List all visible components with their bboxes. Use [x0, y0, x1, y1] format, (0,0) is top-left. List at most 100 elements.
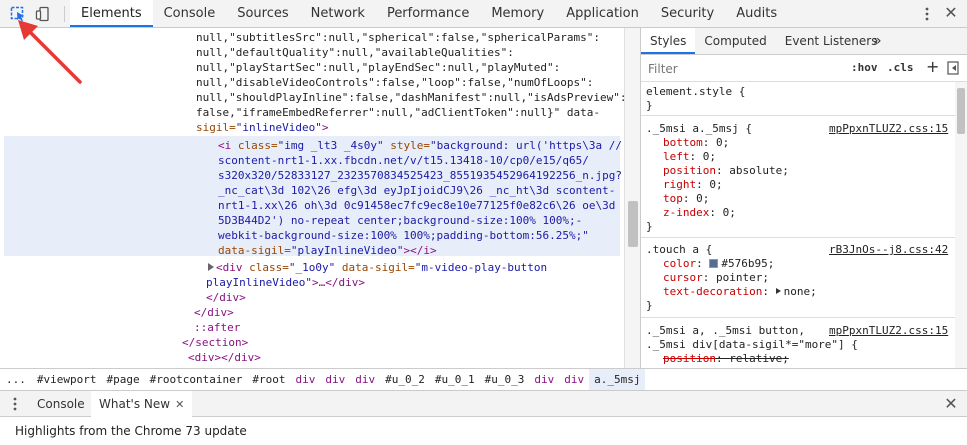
- prop-colon: :: [689, 150, 703, 163]
- selector: ._5msi a, ._5msi button,: [646, 324, 805, 337]
- prop-value: 0: [716, 136, 723, 149]
- styles-filter-input[interactable]: [645, 59, 839, 78]
- collapsed-div-node-cont[interactable]: playInlineVideo">…</div>: [206, 275, 365, 290]
- tab-security[interactable]: Security: [650, 0, 725, 27]
- close-devtools-icon[interactable]: ✕: [943, 5, 959, 21]
- dom-text-line[interactable]: sigil="inlineVideo">: [196, 120, 328, 135]
- tag-bracket: >: [321, 121, 329, 134]
- dom-scrollbar-thumb[interactable]: [628, 201, 638, 247]
- style-value-line[interactable]: nrt1-1.xx\26 oh\3d 0c91458ec7fc9ec8e10e7…: [218, 198, 615, 213]
- panel-tabs: Elements Console Sources Network Performance…: [70, 0, 788, 27]
- device-toolbar-icon[interactable]: [35, 6, 51, 22]
- drawer-menu-icon[interactable]: [12, 396, 18, 412]
- dom-text-line[interactable]: null,"disableVideoControls":false,"loop"…: [196, 75, 593, 90]
- more-tabs-chevron-icon[interactable]: »: [873, 33, 887, 49]
- rule-source-link[interactable]: mpPpxnTLUZ2.css:15: [829, 324, 948, 338]
- breadcrumb-item[interactable]: #root: [247, 369, 290, 390]
- class-toggle-button[interactable]: .cls: [887, 61, 914, 74]
- tag-name: </div>: [194, 306, 234, 319]
- prop-name: top: [663, 192, 683, 205]
- collapsed-div-node[interactable]: <div class="_1o0y" data-sigil="m-video-p…: [208, 260, 547, 275]
- css-property: bottom: 0;: [663, 136, 729, 150]
- dom-text-line[interactable]: null,"playStartSec":null,"playEndSec":nu…: [196, 60, 560, 75]
- breadcrumb-item[interactable]: div: [529, 369, 559, 390]
- closing-tag-line[interactable]: <div></div>: [188, 350, 261, 365]
- new-style-rule-button[interactable]: +: [926, 57, 940, 76]
- tab-sources[interactable]: Sources: [226, 0, 299, 27]
- closing-tag-line[interactable]: </div>: [206, 290, 246, 305]
- prop-semi: ;: [767, 257, 775, 270]
- style-value-line[interactable]: scontent-nrt1-1.xx.fbcdn.net/v/t15.13418…: [218, 153, 589, 168]
- rule-source-link[interactable]: mpPpxnTLUZ2.css:15: [829, 122, 948, 136]
- close-tab-icon[interactable]: ✕: [175, 398, 184, 411]
- breadcrumb-item[interactable]: div: [350, 369, 380, 390]
- drawer-tab-whats-new[interactable]: What's New ✕: [91, 391, 193, 417]
- prop-colon: :: [696, 257, 710, 270]
- tab-memory[interactable]: Memory: [480, 0, 555, 27]
- selected-i-node[interactable]: <i class="img _lt3 _4s0y" style="backgro…: [218, 138, 622, 153]
- whats-new-message: Highlights from the Chrome 73 update: [15, 424, 247, 438]
- vertical-dots-icon[interactable]: [924, 6, 930, 22]
- dom-tree[interactable]: null,"subtitlesSrc":null,"spherical":fal…: [0, 28, 624, 368]
- dom-text-line[interactable]: null,"subtitlesSrc":null,"spherical":fal…: [196, 30, 600, 45]
- selector: ._5msi a._5msj {: [646, 122, 752, 135]
- styles-scrollbar-thumb[interactable]: [957, 88, 965, 134]
- toggle-sidebar-icon[interactable]: [947, 61, 959, 75]
- dom-text-line[interactable]: null,"defaultQuality":null,"availableQua…: [196, 45, 514, 60]
- tab-network[interactable]: Network: [300, 0, 376, 27]
- style-value-line[interactable]: _nc_cat\3d 102\26 efg\3d eyJpIjoidCJ9\26…: [218, 183, 615, 198]
- styles-scrollbar[interactable]: [955, 82, 967, 368]
- breadcrumb-item[interactable]: div: [320, 369, 350, 390]
- style-value-line[interactable]: s320x320/52833127_2323570834525423_85519…: [218, 168, 622, 183]
- breadcrumb-overflow[interactable]: ...: [0, 373, 32, 386]
- close-drawer-icon[interactable]: ✕: [943, 396, 959, 412]
- closing-tag-line[interactable]: ::after: [194, 320, 240, 335]
- tab-console[interactable]: Console: [153, 0, 227, 27]
- breadcrumb-item[interactable]: #rootcontainer: [145, 369, 248, 390]
- breadcrumb-item[interactable]: div: [290, 369, 320, 390]
- attr-name: data-sigil=: [218, 244, 291, 257]
- closing-tag-line[interactable]: </section>: [182, 335, 248, 350]
- sidebar-tab-styles[interactable]: Styles: [641, 28, 696, 54]
- breadcrumb-item[interactable]: #u_0_2: [380, 369, 430, 390]
- selected-i-close[interactable]: data-sigil="playInlineVideo"></i>: [218, 243, 437, 258]
- hover-state-button[interactable]: :hov: [851, 61, 878, 74]
- style-value-line[interactable]: webkit-background-size:100% 100%;padding…: [218, 228, 589, 243]
- tag-name: ></i>: [403, 244, 437, 257]
- closing-tag-line[interactable]: </div>: [194, 305, 234, 320]
- prop-name: z-index: [663, 206, 710, 219]
- color-swatch-icon[interactable]: [709, 259, 719, 268]
- breadcrumb-item[interactable]: #u_0_3: [480, 369, 530, 390]
- tab-elements[interactable]: Elements: [70, 0, 153, 27]
- breadcrumb-item[interactable]: #u_0_1: [430, 369, 480, 390]
- css-property: z-index: 0;: [663, 206, 736, 220]
- prop-name: color: [663, 257, 697, 270]
- dom-text-line[interactable]: null,"shouldPlayInline":false,"dashManif…: [196, 90, 624, 105]
- tab-application[interactable]: Application: [555, 0, 650, 27]
- breadcrumb-item[interactable]: #viewport: [32, 369, 102, 390]
- source-link: mpPpxnTLUZ2.css:15: [829, 122, 949, 135]
- sidebar-tab-event-listeners[interactable]: Event Listeners: [776, 28, 887, 54]
- attr-name: data-sigil=: [335, 261, 415, 274]
- rule-element-style: element.style {}: [641, 82, 967, 116]
- tag-name: ::after: [194, 321, 241, 334]
- prop-name: position: [663, 164, 716, 177]
- prop-value: 0: [696, 192, 703, 205]
- drawer-tab-console[interactable]: Console: [29, 391, 93, 417]
- expand-triangle-icon[interactable]: [208, 263, 214, 271]
- brace: }: [646, 220, 653, 233]
- rule-source-link[interactable]: rB3JnOs--j8.css:42: [829, 243, 948, 257]
- dom-scrollbar[interactable]: [624, 28, 640, 368]
- sidebar-tab-computed[interactable]: Computed: [695, 28, 775, 54]
- style-value-line[interactable]: 5D3B44D2') no-repeat center;background-s…: [218, 213, 582, 228]
- prop-value: pointer: [716, 271, 763, 284]
- breadcrumb-item[interactable]: a._5msj: [589, 369, 646, 390]
- expand-triangle-icon[interactable]: [775, 288, 781, 294]
- dom-text-line[interactable]: false,"iframeEmbedReferrer":null,"adClie…: [196, 105, 600, 120]
- tab-audits[interactable]: Audits: [725, 0, 788, 27]
- breadcrumb-item[interactable]: div: [559, 369, 589, 390]
- inspect-element-icon[interactable]: [10, 6, 26, 22]
- breadcrumb-item[interactable]: #page: [101, 369, 144, 390]
- tab-performance[interactable]: Performance: [376, 0, 480, 27]
- styles-toolbar: :hov .cls +: [641, 55, 967, 82]
